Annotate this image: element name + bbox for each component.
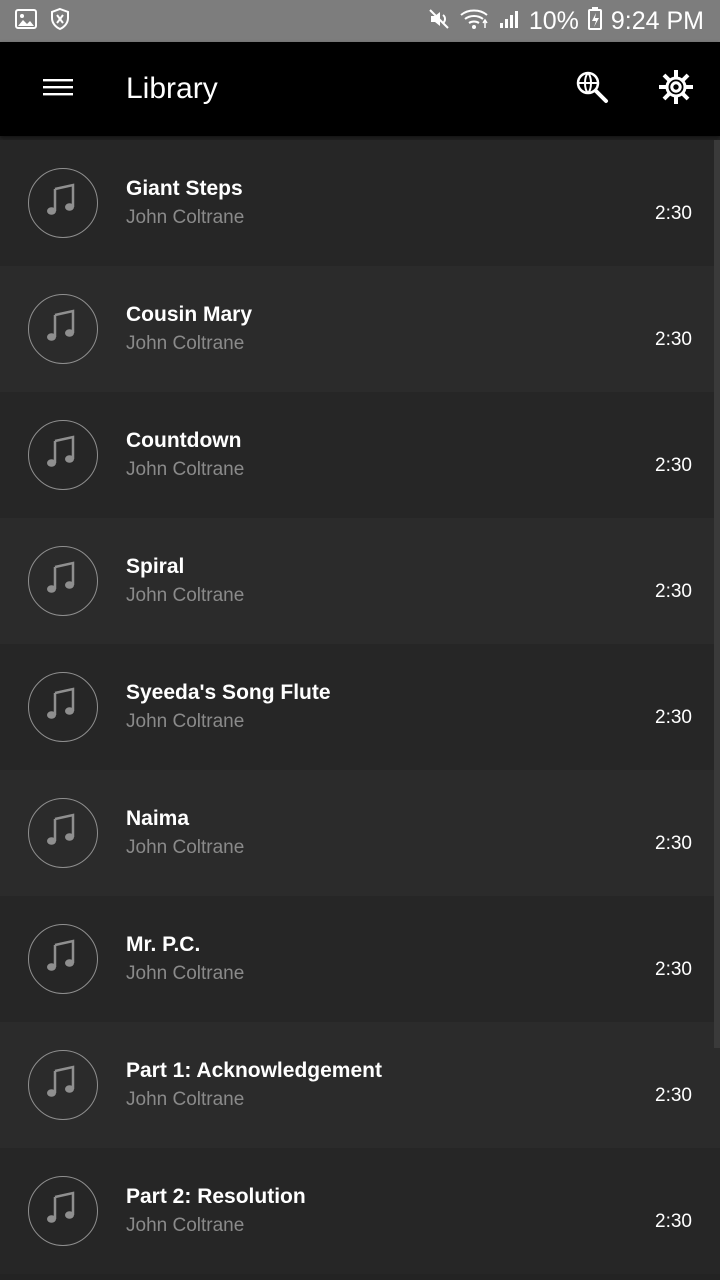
app-bar-actions xyxy=(562,59,706,119)
music-note-avatar xyxy=(28,168,98,238)
song-text: Spiral John Coltrane xyxy=(126,555,244,608)
song-duration: 2:30 xyxy=(655,959,692,980)
song-artist: John Coltrane xyxy=(126,962,245,984)
song-row-cousin-mary[interactable]: Cousin Mary John Coltrane 2:30 xyxy=(0,266,720,392)
song-title: Countdown xyxy=(126,428,242,452)
music-note-avatar xyxy=(28,294,98,364)
song-duration: 2:30 xyxy=(655,1211,692,1232)
song-duration: 2:30 xyxy=(655,455,692,476)
song-artist: John Coltrane xyxy=(126,206,245,228)
song-row-spiral[interactable]: Spiral John Coltrane 2:30 xyxy=(0,518,720,644)
wifi-icon xyxy=(459,7,489,36)
status-bar: 10% 9:24 PM xyxy=(0,0,720,42)
battery-percent: 10% xyxy=(528,6,579,35)
music-note-icon xyxy=(43,811,83,856)
globe-search-icon xyxy=(575,70,609,109)
song-title: Cousin Mary xyxy=(126,302,253,326)
song-title: Mr. P.C. xyxy=(126,932,201,956)
settings-icon xyxy=(659,69,693,109)
song-title: Naima xyxy=(126,806,190,830)
music-note-avatar xyxy=(28,798,98,868)
music-note-avatar xyxy=(28,924,98,994)
song-artist: John Coltrane xyxy=(126,584,245,606)
song-list: Giant Steps John Coltrane 2:30 Cousin Ma… xyxy=(0,140,720,1280)
muted-icon xyxy=(427,7,451,36)
music-note-avatar xyxy=(28,1050,98,1120)
song-text: Naima John Coltrane xyxy=(126,807,244,860)
song-text: Cousin Mary John Coltrane xyxy=(126,303,252,356)
song-title: Spiral xyxy=(126,554,185,578)
screen: 10% 9:24 PM Library Giant Steps John Col… xyxy=(0,0,720,1280)
song-row-naima[interactable]: Naima John Coltrane 2:30 xyxy=(0,770,720,896)
song-artist: John Coltrane xyxy=(126,458,245,480)
music-note-icon xyxy=(43,559,83,604)
web-search-button[interactable] xyxy=(562,59,622,119)
song-text: Part 2: Resolution John Coltrane xyxy=(126,1185,306,1238)
song-row-syeedas-song-flute[interactable]: Syeeda's Song Flute John Coltrane 2:30 xyxy=(0,644,720,770)
menu-button[interactable] xyxy=(30,61,86,117)
song-duration: 2:30 xyxy=(655,1085,692,1106)
song-row-mr-pc[interactable]: Mr. P.C. John Coltrane 2:30 xyxy=(0,896,720,1022)
music-note-avatar xyxy=(28,672,98,742)
song-text: Syeeda's Song Flute John Coltrane xyxy=(126,681,331,734)
song-text: Countdown John Coltrane xyxy=(126,429,244,482)
song-text: Mr. P.C. John Coltrane xyxy=(126,933,244,986)
page-title: Library xyxy=(126,72,218,105)
song-artist: John Coltrane xyxy=(126,836,245,858)
battery-icon xyxy=(587,6,603,36)
song-duration: 2:30 xyxy=(655,203,692,224)
status-left-icons xyxy=(14,7,72,36)
signal-icon xyxy=(497,7,521,36)
image-icon xyxy=(14,7,38,36)
music-note-icon xyxy=(43,1063,83,1108)
song-artist: John Coltrane xyxy=(126,1088,245,1110)
music-note-avatar xyxy=(28,420,98,490)
shield-icon xyxy=(48,7,72,36)
settings-button[interactable] xyxy=(646,59,706,119)
song-title: Part 2: Resolution xyxy=(126,1184,306,1208)
app-bar: Library xyxy=(0,42,720,136)
song-text: Part 1: Acknowledgement John Coltrane xyxy=(126,1059,382,1112)
song-duration: 2:30 xyxy=(655,329,692,350)
song-title: Part 1: Acknowledgement xyxy=(126,1058,382,1082)
music-note-icon xyxy=(43,433,83,478)
status-time: 9:24 PM xyxy=(610,6,704,35)
song-artist: John Coltrane xyxy=(126,332,245,354)
song-duration: 2:30 xyxy=(655,707,692,728)
song-title: Syeeda's Song Flute xyxy=(126,680,331,704)
music-note-avatar xyxy=(28,546,98,616)
song-row-giant-steps[interactable]: Giant Steps John Coltrane 2:30 xyxy=(0,140,720,266)
music-note-icon xyxy=(43,685,83,730)
music-note-icon xyxy=(43,307,83,352)
music-note-avatar xyxy=(28,1176,98,1246)
song-duration: 2:30 xyxy=(655,833,692,854)
music-note-icon xyxy=(43,181,83,226)
song-row-part-2-resolution[interactable]: Part 2: Resolution John Coltrane 2:30 xyxy=(0,1148,720,1274)
song-artist: John Coltrane xyxy=(126,710,245,732)
status-right-icons: 10% 9:24 PM xyxy=(427,6,704,36)
song-text: Giant Steps John Coltrane xyxy=(126,177,244,230)
menu-icon xyxy=(43,75,73,104)
song-row-part-1-acknowledgement[interactable]: Part 1: Acknowledgement John Coltrane 2:… xyxy=(0,1022,720,1148)
song-artist: John Coltrane xyxy=(126,1214,245,1236)
song-title: Giant Steps xyxy=(126,176,243,200)
music-note-icon xyxy=(43,937,83,982)
list-scrollbar[interactable] xyxy=(714,140,720,1048)
music-note-icon xyxy=(43,1189,83,1234)
song-duration: 2:30 xyxy=(655,581,692,602)
song-row-countdown[interactable]: Countdown John Coltrane 2:30 xyxy=(0,392,720,518)
